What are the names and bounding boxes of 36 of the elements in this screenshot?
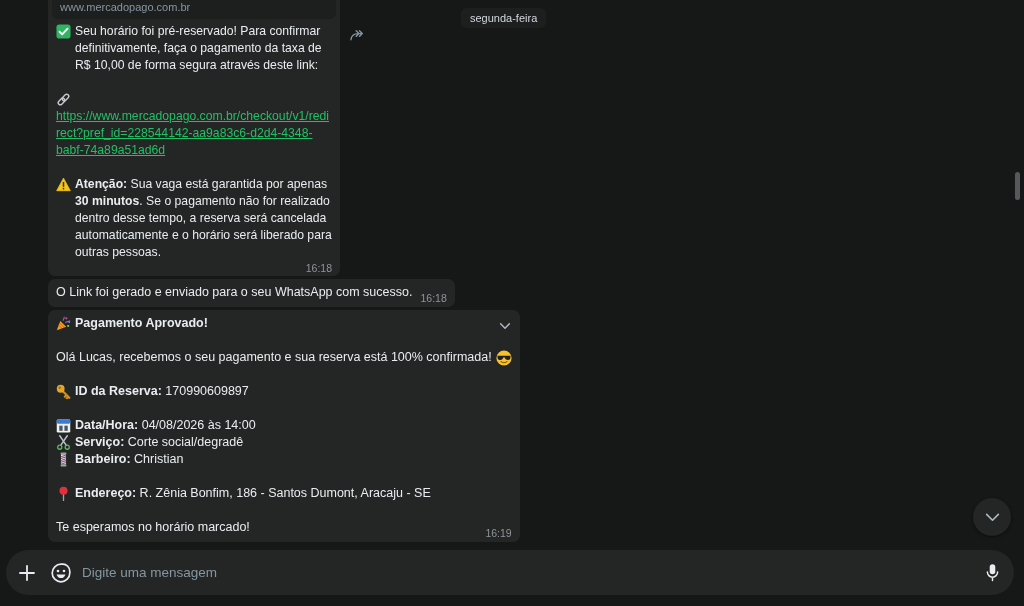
party-popper-icon [56, 316, 71, 331]
message-text: Olá Lucas, recebemos o seu pagamento e sua reserva está 100% confirmada! [56, 349, 492, 366]
scissors-icon [56, 435, 71, 450]
sunglasses-face-icon [495, 350, 512, 366]
attach-button[interactable] [19, 564, 35, 581]
check-mark-icon [56, 24, 71, 39]
message-text: Data/Hora: 04/08/2026 às 14:00 [75, 417, 256, 434]
preview-domain: www.mercadopago.com.br [60, 1, 191, 13]
microphone-icon [986, 563, 999, 582]
calendar-icon [56, 418, 71, 433]
payment-link[interactable]: https://www.mercadopago.com.br/checkout/v1/redirect?pref_id=228544142-aa9a83c6-d2d4-4348-babf-74a89a51ad6d [56, 108, 332, 159]
message-text: Atenção: Sua vaga está garantida por apenas 30 minutos. Se o pagamento não for realizado dentro desse tempo, a reserva será cancelada automaticamente e o horário será liberado para outras pessoas. [75, 176, 332, 261]
scrollbar-thumb[interactable] [1015, 172, 1020, 200]
message-input[interactable]: Digite uma mensagem [82, 562, 986, 583]
scroll-down-button[interactable] [973, 498, 1011, 536]
message-text: ID da Reserva: 170990609897 [75, 383, 249, 400]
link-preview-card[interactable]: www.mercadopago.com.br [52, 0, 336, 19]
plus-icon [19, 564, 35, 581]
chain-link-icon [56, 92, 71, 107]
message-text: Endereço: R. Zênia Bonfim, 186 - Santos Dumont, Aracaju - SE [75, 485, 431, 502]
smiley-icon [51, 562, 71, 583]
message-time: 16:18 [304, 261, 332, 275]
sticker-button[interactable] [51, 562, 71, 583]
message-composer[interactable]: Digite uma mensagem [6, 550, 1014, 595]
chevron-down-icon [984, 512, 1000, 522]
message-heading: Pagamento Aprovado! [75, 315, 208, 332]
warning-icon [56, 177, 71, 192]
message-text: Seu horário foi pré-reservado! Para confirmar definitivamente, faça o pagamento da taxa de R$ 10,00 de forma segura através deste link: [75, 23, 323, 74]
key-icon [56, 384, 71, 399]
message-text: Serviço: Corte social/degradê [75, 434, 244, 451]
date-chip: segunda-feira [461, 8, 547, 28]
message-text: O Link foi gerado e enviado para o seu WhatsApp com sucesso. [56, 284, 413, 301]
message-text: Te esperamos no horário marcado! [56, 519, 250, 536]
message-time: 16:18 [419, 291, 447, 305]
message-text: Barbeiro: Christian [75, 451, 184, 468]
message-time: 16:19 [484, 526, 512, 540]
